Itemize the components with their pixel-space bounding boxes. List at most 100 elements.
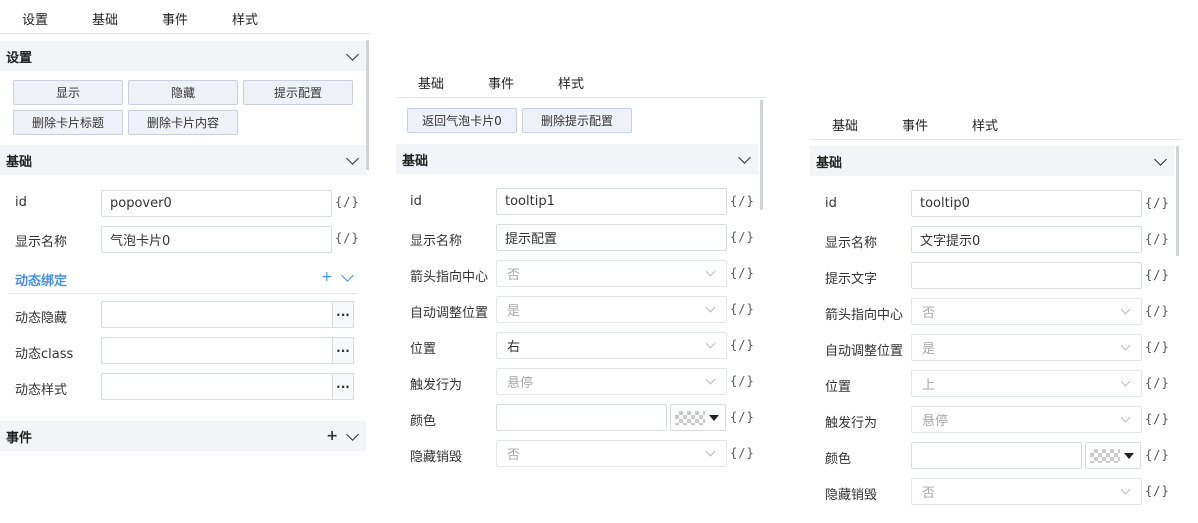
expression-icon[interactable]: {/} [1145, 448, 1170, 462]
display-name-input[interactable]: 文字提示0 [911, 226, 1142, 253]
expression-icon[interactable]: {/} [730, 410, 755, 424]
tab-basic[interactable]: 基础 [810, 115, 880, 134]
expression-icon[interactable]: {/} [730, 230, 755, 244]
tab-events[interactable]: 事件 [466, 73, 536, 92]
chevron-down-icon[interactable] [341, 270, 355, 284]
chevron-down-icon [705, 302, 716, 313]
display-name-input[interactable]: 气泡卡片0 [101, 226, 332, 253]
expression-icon[interactable]: {/} [1145, 304, 1170, 318]
caret-down-icon [1124, 453, 1134, 459]
back-to-popover-button[interactable]: 返回气泡卡片0 [407, 108, 517, 133]
expression-icon[interactable]: {/} [730, 338, 755, 352]
tooltip0-settings-panel: 基础 事件 样式 基础 id tooltip0 {/} 显示名称 文字提示0 {/} 提示文… [810, 0, 1182, 523]
tab-style[interactable]: 样式 [210, 9, 280, 28]
expression-icon[interactable]: {/} [730, 374, 755, 388]
auto-adjust-position-select[interactable]: 是 [496, 296, 727, 323]
color-picker[interactable] [1085, 442, 1141, 469]
destroy-on-hide-select-value: 否 [922, 486, 936, 501]
basic-section-header[interactable]: 基础 [810, 146, 1174, 176]
popover-settings-panel: 设置 基础 事件 样式 设置 显示 隐藏 提示配置 删除卡片标题 删除卡片内容 … [0, 0, 370, 523]
add-event-icon[interactable]: + [326, 428, 338, 444]
id-input[interactable]: popover0 [101, 190, 332, 217]
tooltip-text-label: 提示文字 [825, 272, 878, 287]
display-name-label: 显示名称 [825, 236, 878, 251]
id-input[interactable]: tooltip1 [496, 188, 727, 215]
tab-style[interactable]: 样式 [950, 115, 1020, 134]
expression-icon[interactable]: {/} [335, 231, 360, 245]
chevron-down-icon[interactable] [1154, 154, 1168, 168]
expression-icon[interactable]: {/} [1145, 196, 1170, 210]
id-input[interactable]: tooltip0 [911, 190, 1142, 217]
trigger-select-value: 悬停 [507, 376, 534, 391]
expression-icon[interactable]: {/} [1145, 268, 1170, 282]
dynamic-hidden-input[interactable] [101, 301, 333, 328]
expression-icon[interactable]: {/} [730, 302, 755, 316]
chevron-down-icon [1120, 484, 1131, 495]
delete-tooltip-config-button[interactable]: 删除提示配置 [522, 108, 632, 133]
tooltip-config-button[interactable]: 提示配置 [243, 80, 353, 105]
placement-select[interactable]: 右 [496, 332, 727, 359]
arrow-point-center-label: 箭头指向中心 [825, 308, 904, 323]
chevron-down-icon [705, 266, 716, 277]
basic-section-header[interactable]: 基础 [396, 144, 758, 174]
expression-icon[interactable]: {/} [1145, 484, 1170, 498]
dynamic-class-input[interactable] [101, 337, 333, 364]
dynamic-style-input[interactable] [101, 373, 333, 400]
expression-icon[interactable]: {/} [1145, 340, 1170, 354]
placement-select-value: 上 [922, 378, 936, 393]
dynamic-binding-title[interactable]: 动态绑定 [15, 270, 67, 289]
chevron-down-icon[interactable] [346, 49, 360, 63]
color-input[interactable] [496, 404, 667, 431]
more-icon[interactable]: ··· [332, 301, 354, 328]
display-name-input[interactable]: 提示配置 [496, 224, 727, 251]
trigger-select[interactable]: 悬停 [911, 406, 1142, 433]
arrow-point-center-select[interactable]: 否 [911, 298, 1142, 325]
color-picker[interactable] [670, 404, 726, 431]
chevron-down-icon[interactable] [346, 153, 360, 167]
destroy-on-hide-select[interactable]: 否 [496, 440, 727, 467]
color-input[interactable] [911, 442, 1082, 469]
display-name-label: 显示名称 [410, 234, 463, 249]
chevron-down-icon[interactable] [346, 429, 360, 443]
expression-icon[interactable]: {/} [730, 194, 755, 208]
chevron-down-icon[interactable] [738, 152, 752, 166]
arrow-point-center-select[interactable]: 否 [496, 260, 727, 287]
settings-section-header[interactable]: 设置 [0, 41, 366, 71]
events-section-header[interactable]: 事件 + [0, 421, 366, 451]
destroy-on-hide-select[interactable]: 否 [911, 478, 1142, 505]
scrollbar[interactable] [1176, 146, 1179, 256]
tab-events[interactable]: 事件 [140, 9, 210, 28]
more-icon[interactable]: ··· [332, 373, 354, 400]
expression-icon[interactable]: {/} [335, 195, 360, 209]
hide-button[interactable]: 隐藏 [128, 80, 238, 105]
basic-section-title: 基础 [402, 153, 429, 169]
arrow-point-center-select-value: 否 [507, 268, 521, 283]
expression-icon[interactable]: {/} [1145, 232, 1170, 246]
more-icon[interactable]: ··· [332, 337, 354, 364]
basic-section-header[interactable]: 基础 [0, 145, 366, 175]
delete-card-title-button[interactable]: 删除卡片标题 [13, 110, 123, 135]
tab-basic[interactable]: 基础 [396, 73, 466, 92]
placement-label: 位置 [825, 380, 852, 395]
trigger-select[interactable]: 悬停 [496, 368, 727, 395]
placement-select-value: 右 [507, 340, 521, 355]
expression-icon[interactable]: {/} [730, 266, 755, 280]
tooltip-text-input[interactable] [911, 262, 1142, 289]
expression-icon[interactable]: {/} [730, 446, 755, 460]
tab-style[interactable]: 样式 [536, 73, 606, 92]
scrollbar[interactable] [760, 100, 763, 210]
add-dynamic-binding-icon[interactable]: + [321, 269, 333, 285]
chevron-down-icon [1120, 304, 1131, 315]
expression-icon[interactable]: {/} [1145, 412, 1170, 426]
scrollbar[interactable] [366, 40, 369, 170]
delete-card-content-button[interactable]: 删除卡片内容 [128, 110, 238, 135]
transparent-swatch-icon [675, 411, 705, 425]
tab-events[interactable]: 事件 [880, 115, 950, 134]
auto-adjust-position-select[interactable]: 是 [911, 334, 1142, 361]
expression-icon[interactable]: {/} [1145, 376, 1170, 390]
tab-settings[interactable]: 设置 [0, 9, 70, 28]
show-button[interactable]: 显示 [13, 80, 123, 105]
chevron-down-icon [705, 338, 716, 349]
placement-select[interactable]: 上 [911, 370, 1142, 397]
tab-basic[interactable]: 基础 [70, 9, 140, 28]
